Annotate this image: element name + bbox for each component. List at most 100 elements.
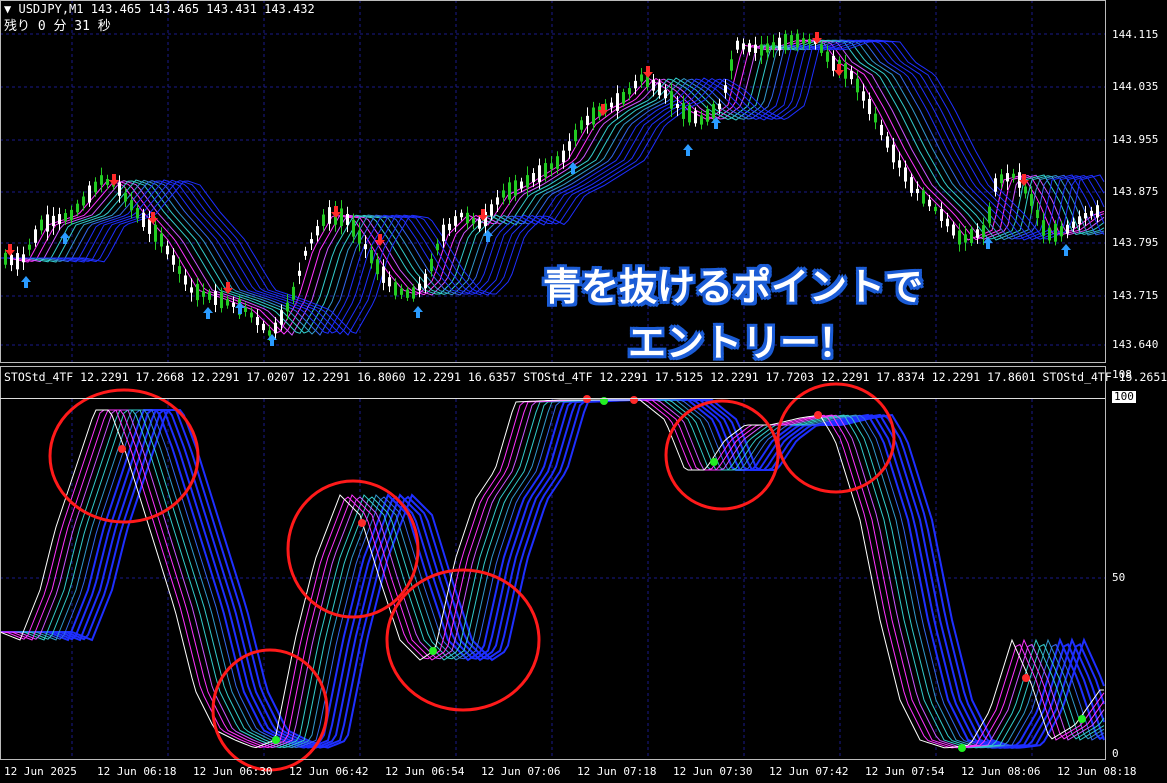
time-label: 12 Jun 06:30 [193,765,273,778]
candle-body [724,85,727,93]
buy-arrow-icon [483,230,493,242]
candle-body [802,38,805,44]
candle-body [742,43,745,50]
candle-body [466,212,469,224]
candle-body [574,129,577,142]
candle-body [748,43,751,52]
candle-body [820,44,823,53]
candle-body [382,266,385,283]
candle-body [658,82,661,96]
candle-body [220,291,223,309]
candle-body [946,218,949,227]
dropdown-triangle-icon[interactable]: ▼ [4,2,11,16]
candle-body [514,180,517,196]
candle-body [40,219,43,231]
candle-body [664,89,667,99]
candle-body [412,287,415,299]
candle-body [142,212,145,228]
candle-body [760,44,763,56]
candle-body [700,115,703,125]
candle-body [1066,224,1069,234]
signal-dot [1078,715,1086,723]
candle-body [1084,213,1087,219]
osc-label-108: 108 [1112,368,1132,381]
signal-dot [710,458,718,466]
candle-body [364,244,367,250]
candle-body [442,224,445,242]
candle-body [550,163,553,170]
candle-body [580,120,583,130]
candle-body [754,44,757,53]
candle-body [682,103,685,119]
candle-body [358,230,361,244]
candle-countdown: 残り 0 分 31 秒 [4,19,111,34]
candle-body [1078,216,1081,225]
candle-body [568,141,571,151]
signal-dot [958,744,966,752]
time-label: 12 Jun 06:18 [97,765,177,778]
candle-body [640,74,643,82]
candle-body [88,185,91,203]
signal-dot [118,445,126,453]
candle-body [784,33,787,51]
candle-body [856,78,859,93]
candle-body [712,104,715,118]
candle-body [70,209,73,221]
signal-dot [358,519,366,527]
candle-body [304,250,307,256]
mt4-chart-canvas[interactable] [0,0,1167,783]
candle-body [52,215,55,227]
time-label: 12 Jun 06:42 [289,765,369,778]
candle-body [772,42,775,50]
highlight-circle [776,382,896,494]
candle-body [1054,223,1057,242]
candle-body [988,206,991,224]
candle-body [316,226,319,236]
candle-body [1060,226,1063,237]
candle-body [892,144,895,163]
candle-body [58,214,61,224]
signal-dot [1022,674,1030,682]
candle-body [874,113,877,123]
candle-body [544,163,547,177]
time-label: 12 Jun 07:06 [481,765,561,778]
candle-body [616,93,619,111]
candle-body [46,214,49,232]
candle-body [862,91,865,101]
buy-arrow-icon [203,307,213,319]
candle-body [454,216,457,226]
signal-dot [814,411,822,419]
candle-body [106,179,109,185]
candle-body [886,136,889,148]
candle-body [610,102,613,108]
candle-body [982,225,985,238]
time-label: 12 Jun 07:18 [577,765,657,778]
candle-body [706,109,709,122]
candle-body [292,286,295,300]
candle-body [592,107,595,125]
buy-arrow-icon [60,232,70,244]
candle-body [478,219,481,229]
candle-body [1090,210,1093,216]
candle-body [28,244,31,250]
indicator-label: STOStd_4TF 12.2291 17.2668 12.2291 17.02… [4,370,1167,384]
candle-body [100,175,103,185]
candle-body [160,233,163,247]
candle-body [370,250,373,264]
candle-body [448,223,451,231]
candle-body [16,253,19,270]
candle-body [208,292,211,300]
candle-body [376,259,379,275]
candle-body [406,289,409,298]
candle-body [166,245,169,255]
candle-body [256,316,259,326]
candle-body [388,277,391,287]
candle-body [400,288,403,295]
candle-body [328,207,331,224]
highlight-circle [385,568,541,712]
candle-body [322,214,325,226]
candle-body [676,103,679,109]
candle-body [136,208,139,219]
candle-body [154,224,157,242]
candle-body [904,167,907,182]
